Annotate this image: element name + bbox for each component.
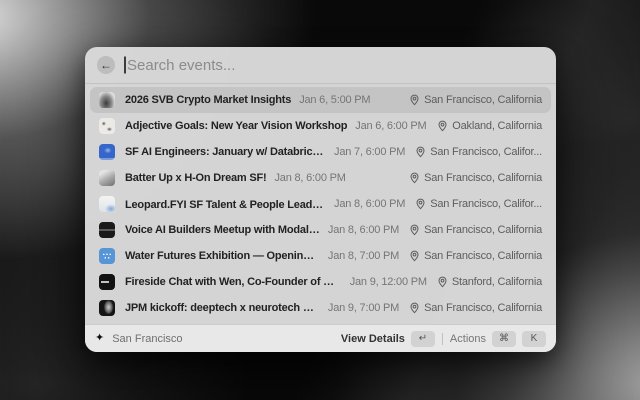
location-accessory: San Francisco, California bbox=[399, 224, 542, 236]
location-accessory: San Francisco, California bbox=[399, 302, 542, 314]
location-accessory: San Francisco, California bbox=[399, 94, 542, 106]
footer-divider bbox=[441, 332, 443, 345]
event-date: Jan 7, 6:00 PM bbox=[334, 146, 406, 158]
event-thumbnail bbox=[99, 170, 115, 186]
location-accessory: Stanford, California bbox=[427, 276, 542, 288]
event-date: Jan 9, 7:00 PM bbox=[327, 302, 400, 314]
location-pin-icon bbox=[438, 276, 447, 288]
location-text: Stanford, California bbox=[451, 276, 542, 288]
location-text: San Francisco, California bbox=[424, 302, 542, 314]
event-list: 2026 SVB Crypto Market Insights Jan 6, 5… bbox=[85, 84, 556, 324]
location-pin-icon bbox=[416, 198, 425, 210]
event-title: SF AI Engineers: January w/ Databricks, … bbox=[125, 146, 327, 158]
desktop-backdrop: ← 2026 SVB Crypto Market Insights Jan 6,… bbox=[0, 0, 640, 400]
event-date: Jan 6, 5:00 PM bbox=[299, 94, 371, 106]
list-item[interactable]: Fireside Chat with Wen, Co-Founder of Ge… bbox=[90, 269, 551, 295]
view-details-label: View Details bbox=[340, 332, 405, 345]
list-item[interactable]: 2026 SVB Crypto Market Insights Jan 6, 5… bbox=[90, 87, 551, 113]
location-pin-icon bbox=[410, 250, 419, 262]
event-title: Voice AI Builders Meetup with Modal, Pho… bbox=[125, 224, 320, 236]
view-details-button[interactable]: View Details ↵ bbox=[340, 330, 435, 347]
event-thumbnail bbox=[99, 92, 115, 108]
search-input-wrap bbox=[124, 56, 544, 74]
k-key-badge: K bbox=[522, 330, 546, 347]
location-pin-icon bbox=[410, 224, 419, 236]
event-date: Jan 8, 6:00 PM bbox=[334, 198, 406, 210]
event-date: Jan 8, 6:00 PM bbox=[274, 172, 346, 184]
actions-label: Actions bbox=[449, 332, 486, 345]
event-thumbnail bbox=[99, 222, 115, 238]
location-accessory: San Francisco, California bbox=[399, 250, 542, 262]
command-palette: ← 2026 SVB Crypto Market Insights Jan 6,… bbox=[85, 47, 556, 352]
list-item[interactable]: JPM kickoff: deeptech x neurotech pregam… bbox=[90, 295, 551, 321]
event-date: Jan 9, 12:00 PM bbox=[349, 276, 427, 288]
location-accessory: San Francisco, Califor... bbox=[405, 198, 542, 210]
sparkle-icon: ✦ bbox=[95, 332, 105, 344]
location-text: Oakland, California bbox=[452, 120, 542, 132]
location-accessory: San Francisco, California bbox=[399, 172, 542, 184]
footer-actions: View Details ↵ Actions ⌘ K bbox=[340, 330, 546, 347]
event-thumbnail bbox=[99, 144, 115, 160]
event-title: Water Futures Exhibition — Opening Recep… bbox=[125, 250, 320, 262]
location-pin-icon bbox=[416, 146, 425, 158]
event-title: Leopard.FYI SF Talent & People Leaders 💜… bbox=[125, 198, 327, 211]
search-input[interactable] bbox=[124, 56, 544, 74]
event-date: Jan 8, 7:00 PM bbox=[327, 250, 400, 262]
location-pin-icon bbox=[410, 94, 419, 106]
event-thumbnail bbox=[99, 196, 115, 212]
event-title: Fireside Chat with Wen, Co-Founder of Ge… bbox=[125, 276, 342, 288]
list-item[interactable]: Voice AI Builders Meetup with Modal, Pho… bbox=[90, 217, 551, 243]
event-title: JPM kickoff: deeptech x neurotech pregam… bbox=[125, 302, 320, 314]
arrow-left-icon: ← bbox=[100, 58, 112, 72]
actions-button[interactable]: Actions ⌘ K bbox=[449, 330, 546, 347]
location-pin-icon bbox=[410, 172, 419, 184]
list-item[interactable]: Adjective Goals: New Year Vision Worksho… bbox=[90, 113, 551, 139]
location-text: San Francisco, Califor... bbox=[430, 198, 542, 210]
event-title: 2026 SVB Crypto Market Insights bbox=[125, 94, 292, 106]
context-label: San Francisco bbox=[112, 332, 183, 345]
location-accessory: San Francisco, Califor... bbox=[405, 146, 542, 158]
footer: ✦ San Francisco View Details ↵ Actions ⌘… bbox=[85, 324, 556, 352]
list-item[interactable]: SF AI Engineers: January w/ Databricks, … bbox=[90, 139, 551, 165]
location-text: San Francisco, California bbox=[424, 94, 542, 106]
location-text: San Francisco, California bbox=[424, 172, 542, 184]
event-thumbnail bbox=[99, 118, 115, 134]
location-pin-icon bbox=[438, 120, 447, 132]
event-date: Jan 8, 6:00 PM bbox=[327, 224, 400, 236]
text-caret bbox=[124, 56, 126, 74]
event-thumbnail bbox=[99, 248, 115, 264]
event-title: Adjective Goals: New Year Vision Worksho… bbox=[125, 120, 348, 132]
location-accessory: Oakland, California bbox=[427, 120, 542, 132]
event-title: Batter Up x H-On Dream SF! bbox=[125, 172, 267, 184]
event-thumbnail bbox=[99, 300, 115, 316]
back-button[interactable]: ← bbox=[97, 56, 115, 74]
location-pin-icon bbox=[410, 302, 419, 314]
event-thumbnail bbox=[99, 274, 115, 290]
cmd-key-badge: ⌘ bbox=[492, 330, 516, 347]
location-text: San Francisco, Califor... bbox=[430, 146, 542, 158]
list-item[interactable]: Water Futures Exhibition — Opening Recep… bbox=[90, 243, 551, 269]
list-item[interactable]: Batter Up x H-On Dream SF! Jan 8, 6:00 P… bbox=[90, 165, 551, 191]
location-text: San Francisco, California bbox=[424, 224, 542, 236]
event-date: Jan 6, 6:00 PM bbox=[355, 120, 427, 132]
return-key-badge: ↵ bbox=[410, 330, 435, 347]
location-text: San Francisco, California bbox=[424, 250, 542, 262]
list-item[interactable]: Leopard.FYI SF Talent & People Leaders 💜… bbox=[90, 191, 551, 217]
search-bar: ← bbox=[85, 47, 556, 83]
